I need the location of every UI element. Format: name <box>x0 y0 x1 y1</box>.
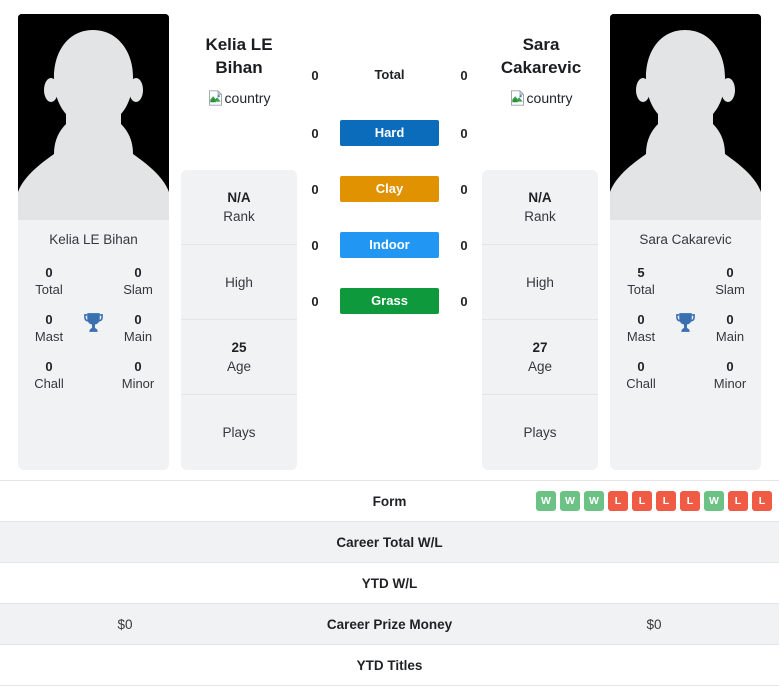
player-titles-card-left: Kelia LE Bihan 0 Total 0 Slam 0 Mast 0 M… <box>18 220 169 470</box>
titles-grid-left: 0 Total 0 Slam 0 Mast 0 Main 0 Chall 0 M… <box>18 264 169 464</box>
info-row-rank-right: N/A Rank <box>482 170 598 245</box>
form-badge-loss[interactable]: L <box>680 491 700 511</box>
cmp-row-label: Career Prize Money <box>326 616 453 632</box>
titles-main-left: 0 Main <box>123 312 153 344</box>
avatar-placeholder-icon <box>610 14 761 220</box>
broken-image-icon <box>208 90 222 106</box>
player-info-card-right: N/A Rank High 27 Age Plays <box>482 170 598 470</box>
table-row: $0 Career Prize Money $0 <box>0 604 779 645</box>
surface-badge-clay[interactable]: Clay <box>340 176 439 202</box>
info-row-age-left: 25 Age <box>181 320 297 395</box>
cmp-right-value <box>529 522 779 562</box>
comparison-table: Form W W W L L L L W L L Career Total W/L YTD W/L $0 C… <box>0 480 779 686</box>
form-badge-win[interactable]: W <box>536 491 556 511</box>
cmp-left-value: $0 <box>117 616 133 632</box>
surface-right-value: 0 <box>460 181 468 197</box>
player-card-name-right: Sara Cakarevic <box>639 232 732 247</box>
surface-right-value: 0 <box>460 67 468 83</box>
table-row: Career Total W/L <box>0 522 779 563</box>
form-badge-list: WWWLLLLWLL <box>536 491 772 511</box>
form-badge-win[interactable]: W <box>584 491 604 511</box>
trophy-icon-glyph <box>84 313 103 332</box>
titles-main-right: 0 Main <box>715 312 745 344</box>
player-titles-card-right: Sara Cakarevic 5 Total 0 Slam 0 Mast 0 M… <box>610 220 761 470</box>
surface-right-value: 0 <box>460 237 468 253</box>
surface-right-value: 0 <box>460 293 468 309</box>
cmp-right-value: $0 <box>646 616 662 632</box>
info-row-high-left: High <box>181 245 297 320</box>
titles-grid-right: 5 Total 0 Slam 0 Mast 0 Main 0 Chall 0 M… <box>610 264 761 464</box>
titles-minor-right: 0 Minor <box>713 359 747 391</box>
info-row-plays-left: Plays <box>222 425 256 440</box>
surface-left-value: 0 <box>311 67 319 83</box>
titles-mast-left: 0 Mast <box>34 312 64 344</box>
player-info-card-left: N/A Rank High 25 Age Plays <box>181 170 297 470</box>
titles-total-right: 5 Total <box>627 265 655 297</box>
surface-row-grass: 0 Grass 0 <box>303 288 476 314</box>
info-row-plays-right: Plays <box>523 425 557 440</box>
cmp-left-value <box>0 563 250 603</box>
surface-badge-indoor[interactable]: Indoor <box>340 232 439 258</box>
info-row-age-right: 27 Age <box>482 320 598 395</box>
cmp-left-value <box>0 645 250 685</box>
avatar <box>610 14 761 220</box>
titles-total-left: 0 Total <box>35 265 63 297</box>
titles-chall-right: 0 Chall <box>626 359 656 391</box>
cmp-left-value <box>0 522 250 562</box>
surface-left-value: 0 <box>311 293 319 309</box>
cmp-right-value <box>529 563 779 603</box>
info-row-rank-left: N/A Rank <box>181 170 297 245</box>
surface-row-indoor: 0 Indoor 0 <box>303 232 476 258</box>
surface-right-value: 0 <box>460 125 468 141</box>
player-name-header-right[interactable]: Sara Cakarevic country <box>481 33 601 106</box>
surface-badge-hard[interactable]: Hard <box>340 120 439 146</box>
cmp-row-label: YTD Titles <box>356 657 423 673</box>
titles-minor-left: 0 Minor <box>121 359 155 391</box>
trophy-icon <box>672 310 699 340</box>
surface-row-total: 0 Total 0 <box>303 62 476 88</box>
titles-slam-right: 0 Slam <box>715 265 745 297</box>
cmp-row-label: YTD W/L <box>361 575 418 591</box>
cmp-row-label: Career Total W/L <box>336 534 443 550</box>
titles-mast-right: 0 Mast <box>626 312 656 344</box>
cmp-left-value <box>0 481 250 521</box>
info-row-high-right: High <box>482 245 598 320</box>
avatar-placeholder-icon <box>18 14 169 220</box>
surface-badge-grass[interactable]: Grass <box>340 288 439 314</box>
form-badge-win[interactable]: W <box>560 491 580 511</box>
surface-row-hard: 0 Hard 0 <box>303 120 476 146</box>
surface-left-value: 0 <box>311 237 319 253</box>
country-flag-left: country <box>179 90 299 106</box>
top-comparison-area: Kelia LE Bihan 0 Total 0 Slam 0 Mast 0 M… <box>0 0 779 480</box>
table-row: Form W W W L L L L W L L <box>0 481 779 522</box>
player-comparison-page: Kelia LE Bihan 0 Total 0 Slam 0 Mast 0 M… <box>0 0 779 699</box>
table-row: YTD W/L <box>0 563 779 604</box>
titles-slam-left: 0 Slam <box>123 265 153 297</box>
titles-chall-left: 0 Chall <box>34 359 64 391</box>
cmp-right-value <box>529 645 779 685</box>
surface-left-value: 0 <box>311 125 319 141</box>
country-flag-right: country <box>481 90 601 106</box>
surface-badge-total: Total <box>374 67 405 82</box>
form-badge-loss[interactable]: L <box>632 491 652 511</box>
cmp-right-value: WWWLLLLWLL <box>529 481 779 521</box>
trophy-icon <box>80 310 107 340</box>
surface-left-value: 0 <box>311 181 319 197</box>
surface-row-clay: 0 Clay 0 <box>303 176 476 202</box>
form-badge-loss[interactable]: L <box>752 491 772 511</box>
country-alt-text-right: country <box>526 90 573 106</box>
player-card-name-left: Kelia LE Bihan <box>49 232 138 247</box>
form-badge-win[interactable]: W <box>704 491 724 511</box>
form-badge-loss[interactable]: L <box>656 491 676 511</box>
avatar <box>18 14 169 220</box>
broken-image-icon <box>510 90 524 106</box>
player-name-header-left[interactable]: Kelia LE Bihan country <box>179 33 299 106</box>
table-row: YTD Titles <box>0 645 779 686</box>
form-badge-loss[interactable]: L <box>608 491 628 511</box>
form-badge-loss[interactable]: L <box>728 491 748 511</box>
country-alt-text-left: country <box>224 90 271 106</box>
cmp-row-label: Form <box>372 493 407 509</box>
trophy-icon-glyph <box>676 313 695 332</box>
